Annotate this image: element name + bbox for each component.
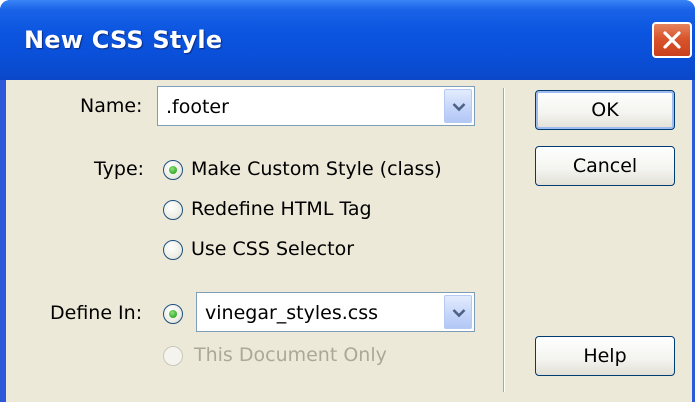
name-combobox[interactable]: .footer <box>157 86 475 126</box>
type-option-custom-style[interactable]: Make Custom Style (class) <box>191 158 442 180</box>
ok-button[interactable]: OK <box>535 90 675 130</box>
cancel-button-label: Cancel <box>572 155 638 177</box>
close-button[interactable] <box>652 22 692 58</box>
vertical-divider <box>503 88 505 392</box>
name-label: Name: <box>80 95 143 117</box>
type-radio-redefine-tag[interactable] <box>163 200 183 220</box>
dialog-title: New CSS Style <box>24 26 223 54</box>
this-document-only-label: This Document Only <box>194 344 387 366</box>
help-button-label: Help <box>583 345 627 367</box>
ok-button-label: OK <box>591 99 619 121</box>
close-icon <box>663 31 681 49</box>
chevron-down-icon <box>452 103 466 112</box>
this-document-only-radio <box>163 346 183 366</box>
type-option-redefine-tag[interactable]: Redefine HTML Tag <box>191 198 372 220</box>
radio-selected-dot <box>169 310 177 318</box>
type-label: Type: <box>94 158 145 180</box>
type-radio-custom-style[interactable] <box>163 160 183 180</box>
type-radio-css-selector[interactable] <box>163 240 183 260</box>
define-in-dropdown-button[interactable] <box>444 295 472 329</box>
define-in-combobox[interactable]: vinegar_styles.css <box>196 292 475 332</box>
define-in-label: Define In: <box>50 302 143 324</box>
name-dropdown-button[interactable] <box>444 89 472 123</box>
define-in-value: vinegar_styles.css <box>205 302 379 324</box>
chevron-down-icon <box>452 309 466 318</box>
dialog-body: Name: .footer Type: Make Custom Style (c… <box>6 80 692 402</box>
dialog-window: New CSS Style Name: .footer Type: Make C… <box>0 0 695 402</box>
define-in-radio-file[interactable] <box>163 304 183 324</box>
title-bar[interactable]: New CSS Style <box>0 0 695 80</box>
radio-selected-dot <box>169 166 177 174</box>
help-button[interactable]: Help <box>535 336 675 376</box>
type-option-css-selector[interactable]: Use CSS Selector <box>191 238 354 260</box>
name-value: .footer <box>166 96 229 118</box>
cancel-button[interactable]: Cancel <box>535 146 675 186</box>
